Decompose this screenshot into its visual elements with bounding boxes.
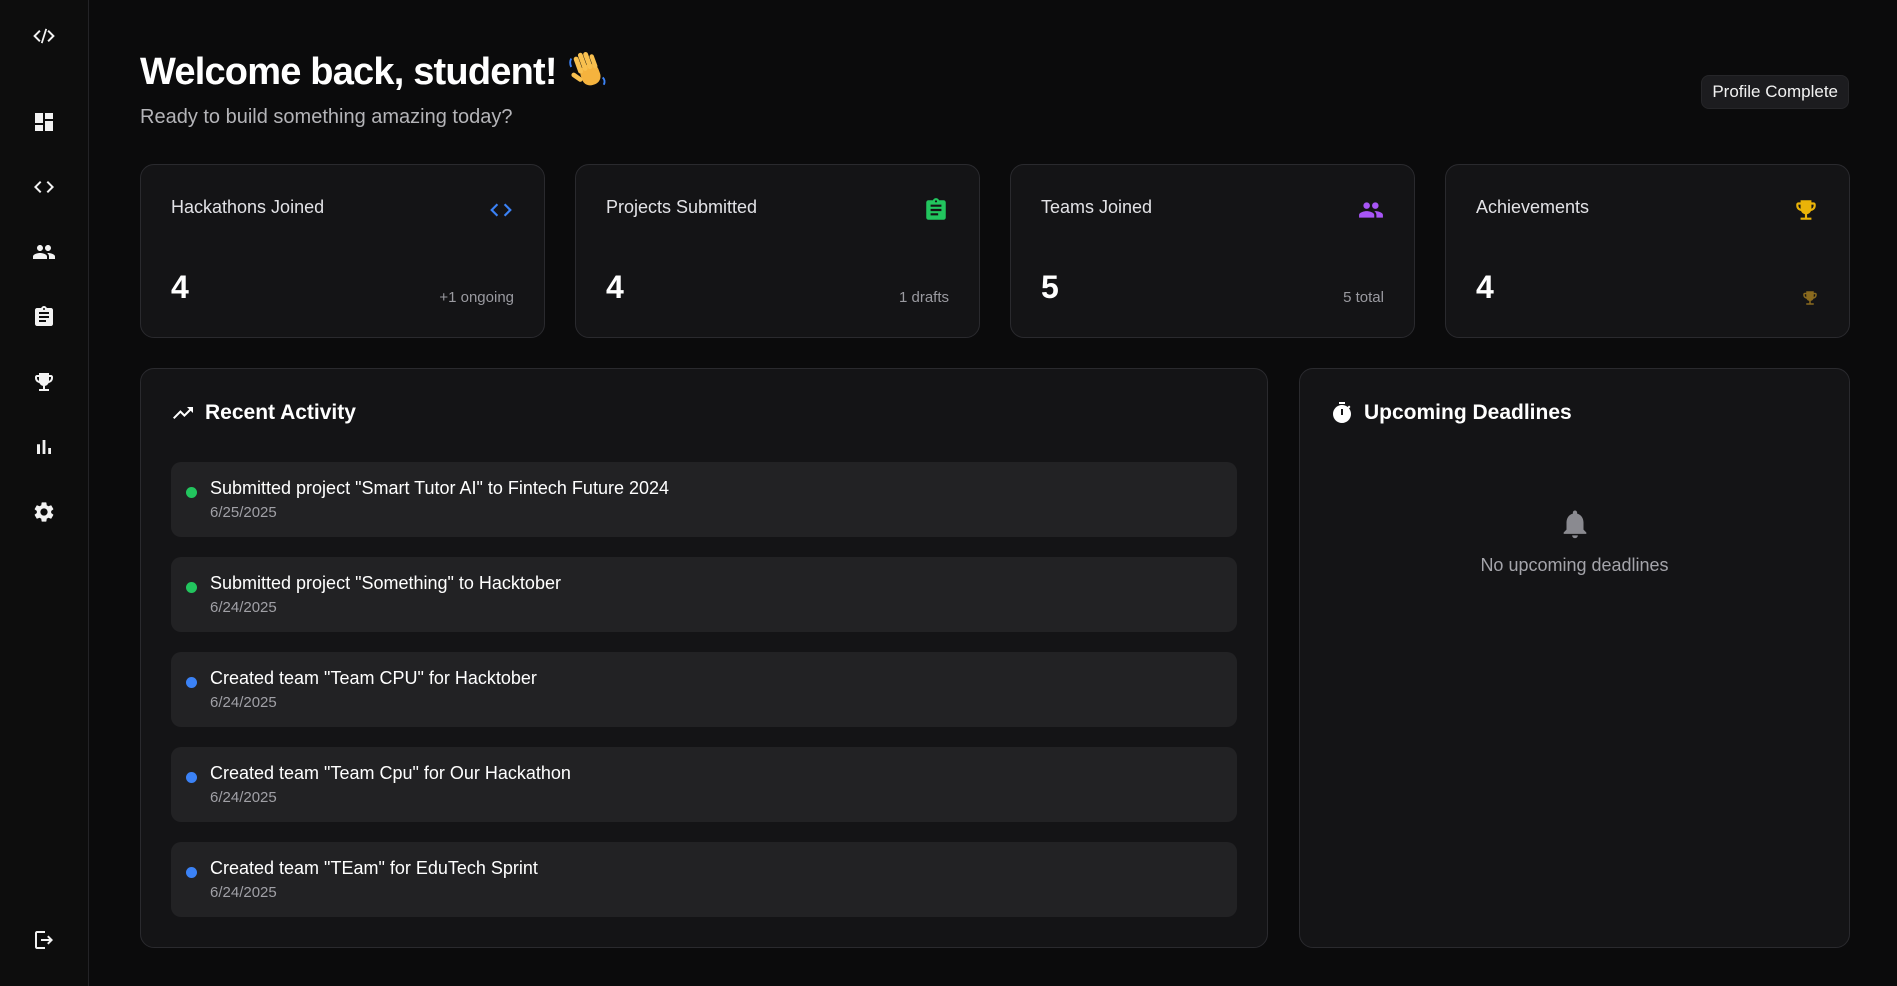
status-dot [186, 867, 197, 878]
trophy-icon [1793, 197, 1819, 223]
sidebar [0, 0, 89, 986]
stat-label: Teams Joined [1041, 197, 1153, 217]
profile-status-badge: Profile Complete [1701, 75, 1849, 109]
status-dot [186, 582, 197, 593]
trending-up-icon [173, 407, 193, 419]
stat-card-teams[interactable]: Teams Joined 5 5 total [1010, 164, 1415, 338]
status-dot [186, 677, 197, 688]
empty-state-text: No upcoming deadlines [1480, 555, 1669, 575]
stopwatch-icon [1333, 402, 1351, 423]
main-content: Welcome back, student! Ready to build so… [90, 0, 1897, 986]
stat-card-hackathons[interactable]: Hackathons Joined 4 +1 ongoing [140, 164, 545, 338]
people-icon[interactable] [28, 236, 60, 268]
panel-title: Upcoming Deadlines [1330, 401, 1572, 425]
logout-icon[interactable] [28, 924, 60, 956]
stat-value: 5 [1041, 269, 1059, 305]
stat-value: 4 [606, 269, 624, 305]
stat-label: Achievements [1476, 197, 1590, 217]
people-icon [1358, 197, 1384, 223]
page-title: Welcome back, student! [140, 48, 609, 94]
status-dot [186, 772, 197, 783]
activity-text: Submitted project "Something" to Hacktob… [210, 573, 561, 593]
stat-label: Projects Submitted [606, 197, 758, 217]
stat-card-projects[interactable]: Projects Submitted 4 1 drafts [575, 164, 980, 338]
trophy-icon[interactable] [28, 366, 60, 398]
panel-title: Recent Activity [171, 401, 356, 425]
activity-item[interactable]: Created team "Team CPU" for Hacktober 6/… [171, 652, 1237, 727]
activity-text: Created team "Team CPU" for Hacktober [210, 668, 537, 688]
activity-date: 6/25/2025 [210, 504, 277, 521]
activity-date: 6/24/2025 [210, 599, 277, 616]
activity-date: 6/24/2025 [210, 694, 277, 711]
stat-subtext: 1 drafts [898, 289, 949, 306]
dashboard-icon[interactable] [28, 106, 60, 138]
bar-chart-icon[interactable] [28, 431, 60, 463]
code-icon [488, 197, 514, 223]
stat-subtext: 5 total [1343, 289, 1384, 306]
gear-icon[interactable] [28, 496, 60, 528]
panel-title-text: Upcoming Deadlines [1364, 401, 1572, 424]
stat-value: 4 [171, 269, 189, 305]
activity-date: 6/24/2025 [210, 789, 277, 806]
bell-icon [1558, 505, 1592, 543]
recent-activity-panel: Recent Activity Submitted project "Smart… [140, 368, 1268, 948]
activity-item[interactable]: Submitted project "Smart Tutor AI" to Fi… [171, 462, 1237, 537]
clipboard-icon [923, 197, 949, 223]
page-subtitle: Ready to build something amazing today? [140, 106, 513, 128]
stat-value: 4 [1476, 269, 1494, 305]
activity-item[interactable]: Submitted project "Something" to Hacktob… [171, 557, 1237, 632]
welcome-text: Welcome back, student! [140, 51, 558, 93]
activity-text: Created team "Team Cpu" for Our Hackatho… [210, 763, 571, 783]
stat-label: Hackathons Joined [171, 197, 325, 217]
panel-title-text: Recent Activity [205, 401, 356, 424]
activity-item[interactable]: Created team "TEam" for EduTech Sprint 6… [171, 842, 1237, 917]
stat-subtext: +1 ongoing [439, 289, 514, 306]
upcoming-deadlines-panel: Upcoming Deadlines No upcoming deadlines [1299, 368, 1850, 948]
small-trophy-icon [1801, 289, 1819, 307]
code-logo-icon[interactable] [28, 20, 60, 52]
app-root: Welcome back, student! Ready to build so… [0, 0, 1897, 986]
activity-text: Submitted project "Smart Tutor AI" to Fi… [210, 478, 669, 498]
activity-date: 6/24/2025 [210, 884, 277, 901]
status-dot [186, 487, 197, 498]
stat-card-achievements[interactable]: Achievements 4 [1445, 164, 1850, 338]
clipboard-icon[interactable] [28, 301, 60, 333]
code-icon[interactable] [28, 171, 60, 203]
activity-text: Created team "TEam" for EduTech Sprint [210, 858, 538, 878]
activity-item[interactable]: Created team "Team Cpu" for Our Hackatho… [171, 747, 1237, 822]
waving-hand-icon [567, 48, 609, 90]
